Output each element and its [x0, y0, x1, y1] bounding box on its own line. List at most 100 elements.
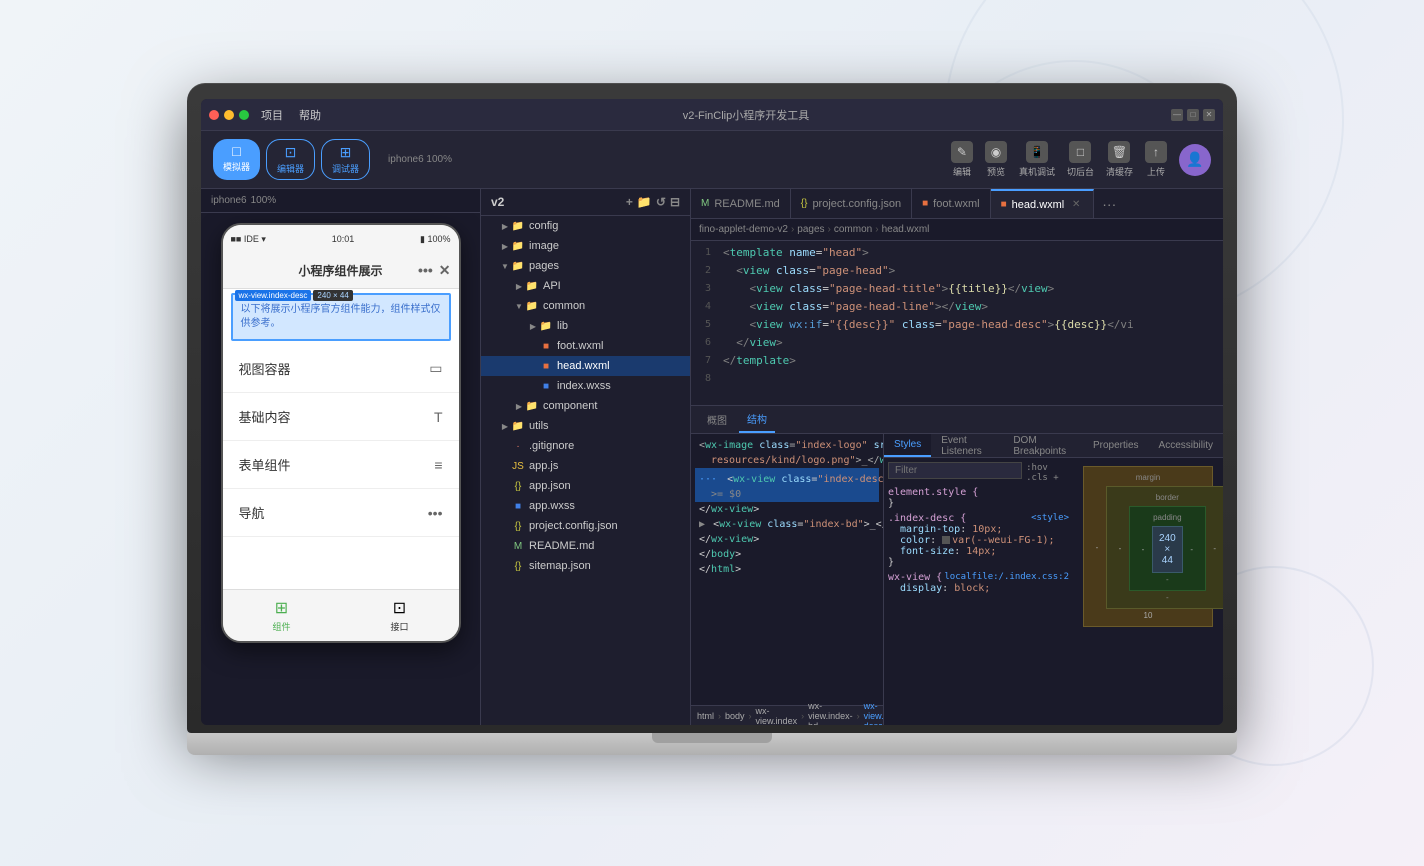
simulator-btn[interactable]: □ 模拟器 — [213, 139, 260, 180]
tree-item-utils[interactable]: ▶ 📁 utils — [481, 416, 690, 436]
upload-action[interactable]: ↑ 上传 — [1145, 141, 1167, 178]
tree-item-api[interactable]: ▶ 📁 API — [481, 276, 690, 296]
phone-nav-component-label: 组件 — [272, 620, 290, 633]
user-avatar[interactable]: 👤 — [1179, 144, 1211, 176]
styles-tab-accessibility[interactable]: Accessibility — [1149, 434, 1223, 457]
devtools-tab-structure[interactable]: 结构 — [739, 406, 775, 433]
phone-menu-view-icon: ▭ — [429, 360, 442, 377]
close-btn[interactable]: ✕ — [1203, 109, 1215, 121]
styles-tab-styles[interactable]: Styles — [884, 434, 931, 457]
preview-icon: ◉ — [985, 141, 1007, 163]
html-bc-wx-view[interactable]: wx-view.index — [756, 706, 798, 726]
file-collapse-icon[interactable]: ⊟ — [670, 195, 680, 209]
html-bc-wx-view-hd[interactable]: wx-view.index-hd — [808, 701, 853, 726]
tree-item-common[interactable]: ▼ 📁 common — [481, 296, 690, 316]
edit-label: 编辑 — [953, 165, 971, 178]
debugger-btn[interactable]: ⊞ 调试器 — [321, 139, 370, 180]
phone-menu-view-label: 视图容器 — [239, 359, 291, 378]
bm-border-left: - — [1113, 544, 1127, 553]
device-debug-action[interactable]: 📱 真机调试 — [1019, 141, 1055, 178]
tree-item-app-js[interactable]: ▶ JS app.js — [481, 456, 690, 476]
code-editor[interactable]: 1 <template name="head"> 2 <view class="… — [691, 241, 1223, 405]
styles-tab-listeners[interactable]: Event Listeners — [931, 434, 1003, 457]
file-folder-icon[interactable]: 📁 — [637, 195, 652, 209]
minimize-btn[interactable]: — — [1171, 109, 1183, 121]
styles-filter-hint: :hov .cls + — [1026, 463, 1069, 483]
phone-menu-nav[interactable]: 导航 ••• — [223, 489, 459, 537]
toolbar: □ 模拟器 ⊡ 编辑器 ⊞ 调试器 iphone6 100% — [201, 131, 1223, 189]
tab-head-wxml[interactable]: ■ head.wxml ✕ — [991, 189, 1095, 218]
html-bc-body[interactable]: body — [725, 711, 745, 721]
bm-border-bottom: - — [1113, 593, 1222, 602]
toolbar-left: □ 模拟器 ⊡ 编辑器 ⊞ 调试器 — [213, 139, 370, 180]
tree-item-pages[interactable]: ▼ 📁 pages — [481, 256, 690, 276]
tree-item-image[interactable]: ▶ 📁 image — [481, 236, 690, 256]
html-content-4: <wx-view class="index-bd">_</wx-view> — [713, 519, 883, 530]
tree-item-readme[interactable]: ▶ M README.md — [481, 536, 690, 556]
html-bc-wx-view-desc[interactable]: wx-view.index-desc — [864, 701, 883, 726]
menu-help[interactable]: 帮助 — [299, 107, 321, 123]
tab-readme[interactable]: M README.md — [691, 189, 791, 218]
tree-item-sitemap[interactable]: ▶ {} sitemap.json — [481, 556, 690, 576]
tree-item-app-wxss[interactable]: ▶ ■ app.wxss — [481, 496, 690, 516]
style-selector-wx-view: wx-view { — [888, 572, 942, 583]
html-content-1: <wx-view class="index-desc">以下将展示小程序官方组件… — [727, 474, 883, 485]
phone-time: 10:01 — [332, 234, 355, 244]
tree-item-config[interactable]: ▶ 📁 config — [481, 216, 690, 236]
phone-menu-basic-icon: T — [434, 409, 443, 425]
html-line-1[interactable]: ··· <wx-view class="index-desc">以下将展示小程序… — [695, 468, 879, 487]
html-breadcrumb: html › body › wx-view.index › wx-view.in… — [691, 705, 883, 725]
phone-close-icon[interactable]: ✕ — [439, 262, 451, 279]
background-action[interactable]: □ 切后台 — [1067, 141, 1094, 178]
file-tree: v2 + 📁 ↺ ⊟ ▶ 📁 config — [481, 189, 691, 725]
tab-project-config[interactable]: {} project.config.json — [791, 189, 912, 218]
tab-close-icon[interactable]: ✕ — [1069, 198, 1083, 212]
chevron-right-icon: ▶ — [527, 320, 539, 332]
tree-item-head-wxml[interactable]: ▶ ■ head.wxml — [481, 356, 690, 376]
phone-signal: ■■ IDE ▾ — [231, 234, 266, 245]
project-config-icon: {} — [511, 519, 525, 533]
breadcrumb-part-1: pages — [797, 224, 824, 235]
device-scale: iphone6 100% — [388, 154, 452, 165]
tree-item-component[interactable]: ▶ 📁 component — [481, 396, 690, 416]
tree-item-gitignore[interactable]: ▶ · .gitignore — [481, 436, 690, 456]
tree-item-index-wxss[interactable]: ▶ ■ index.wxss — [481, 376, 690, 396]
file-refresh-icon[interactable]: ↺ — [656, 195, 666, 209]
tree-item-foot-wxml[interactable]: ▶ ■ foot.wxml — [481, 336, 690, 356]
html-bc-html[interactable]: html — [697, 711, 714, 721]
phone-nav-api-icon: ⊡ — [393, 598, 406, 618]
tree-item-project-config[interactable]: ▶ {} project.config.json — [481, 516, 690, 536]
tab-more-btn[interactable]: ··· — [1094, 189, 1124, 218]
phone-menu-view[interactable]: 视图容器 ▭ — [223, 345, 459, 393]
phone-nav-api[interactable]: ⊡ 接口 — [390, 598, 408, 633]
breadcrumb-bar: fino-applet-demo-v2 › pages › common › h… — [691, 219, 1223, 241]
phone-menu-basic[interactable]: 基础内容 T — [223, 393, 459, 441]
phone-menu-icon[interactable]: ••• — [418, 262, 433, 279]
element-size-tag: 240 × 44 — [313, 290, 352, 301]
maximize-window-btn[interactable] — [239, 110, 249, 120]
minimize-window-btn[interactable] — [224, 110, 234, 120]
tree-item-app-json[interactable]: ▶ {} app.json — [481, 476, 690, 496]
tree-item-lib[interactable]: ▶ 📁 lib — [481, 316, 690, 336]
bm-padding-label: padding — [1136, 513, 1199, 522]
close-window-btn[interactable] — [209, 110, 219, 120]
devtools-tab-diagram[interactable]: 概图 — [699, 406, 735, 433]
chevron-right-icon: ▶ — [513, 280, 525, 292]
preview-action[interactable]: ◉ 预览 — [985, 141, 1007, 178]
styles-filter-input[interactable] — [888, 462, 1022, 479]
title-right-controls: — □ ✕ — [1171, 109, 1215, 121]
menu-project[interactable]: 项目 — [261, 107, 283, 123]
restore-btn[interactable]: □ — [1187, 109, 1199, 121]
tab-foot-wxml[interactable]: ■ foot.wxml — [912, 189, 991, 218]
tree-label-index-wxss: index.wxss — [557, 380, 611, 392]
line-content-1: <template name="head"> — [719, 246, 1223, 259]
styles-tab-properties[interactable]: Properties — [1083, 434, 1149, 457]
file-new-icon[interactable]: + — [626, 195, 633, 209]
phone-nav-component[interactable]: ⊞ 组件 — [272, 598, 290, 633]
edit-action[interactable]: ✎ 编辑 — [951, 141, 973, 178]
breadcrumb-sep-0: › — [791, 224, 794, 235]
phone-menu-form[interactable]: 表单组件 ≡ — [223, 441, 459, 489]
clear-cache-action[interactable]: 🗑 清缓存 — [1106, 141, 1133, 178]
editor-btn[interactable]: ⊡ 编辑器 — [266, 139, 315, 180]
styles-tab-breakpoints[interactable]: DOM Breakpoints — [1003, 434, 1083, 457]
